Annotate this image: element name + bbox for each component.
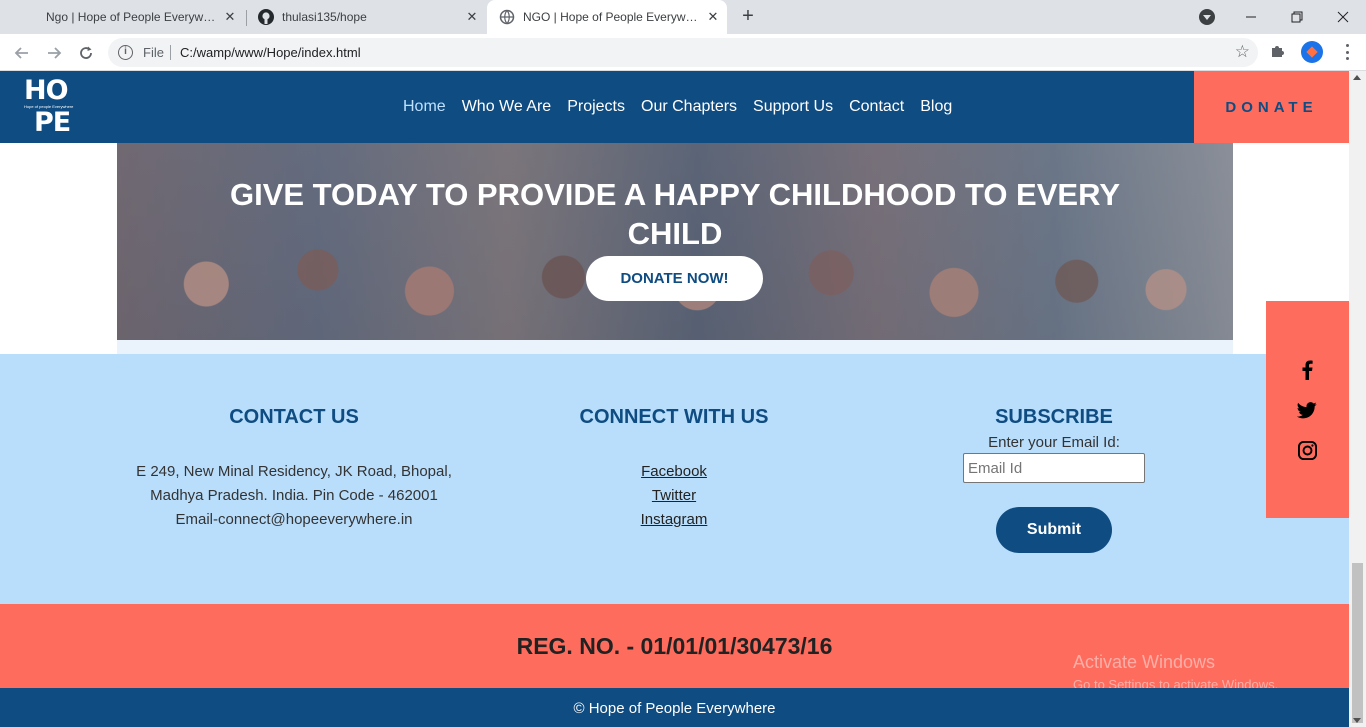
browser-menu-icon[interactable] [1339,42,1355,62]
registration-number: REG. NO. - 01/01/01/30473/16 [516,632,833,659]
close-window-icon[interactable] [1320,0,1366,34]
minimize-icon[interactable] [1228,0,1274,34]
new-tab-plus-icon[interactable]: + [737,6,759,28]
twitter-link[interactable]: Twitter [520,484,828,508]
donate-button[interactable]: DONATE [1194,71,1349,143]
instagram-link[interactable]: Instagram [520,508,828,532]
address-bar[interactable]: i File C:/wamp/www/Hope/index.html ☆ [108,38,1258,67]
profile-avatar-icon[interactable] [1301,41,1323,63]
scroll-up-arrow-icon[interactable] [1353,75,1361,80]
scheme-label: File [143,45,164,60]
logo-line2: PE [34,107,71,138]
back-arrow-icon[interactable] [10,41,34,65]
globe-icon [499,9,515,25]
email-field[interactable] [963,453,1145,483]
facebook-link[interactable]: Facebook [520,460,828,484]
address-line-1: E 249, New Minal Residency, JK Road, Bho… [136,463,452,480]
hero-banner: GIVE TODAY TO PROVIDE A HAPPY CHILDHOOD … [117,143,1233,340]
nav-who-we-are[interactable]: Who We Are [462,98,552,116]
nav-home[interactable]: Home [403,98,446,116]
social-links: Facebook Twitter Instagram [520,460,828,532]
twitter-icon[interactable] [1296,399,1318,421]
hero-bottom-strip [117,340,1233,354]
tab-separator [246,10,247,26]
close-icon[interactable]: ✕ [222,9,238,25]
address-line-2: Madhya Pradesh. India. Pin Code - 462001 [150,487,438,504]
facebook-icon[interactable] [1296,359,1318,381]
restore-icon[interactable] [1274,0,1320,34]
tab-ngo-hope-1[interactable]: Ngo | Hope of People Everywhere ✕ [8,0,244,34]
contact-heading: CONTACT US [229,406,359,428]
blank-page-icon [22,9,38,25]
site-header: HO Hope of people Everywhere PE Home Who… [0,71,1349,143]
main-nav: Home Who We Are Projects Our Chapters Su… [395,71,960,143]
close-icon[interactable]: ✕ [464,9,480,25]
browser-tabstrip: Ngo | Hope of People Everywhere ✕ thulas… [0,0,1366,34]
tab-title: thulasi135/hope [282,10,367,24]
nav-support-us[interactable]: Support Us [753,98,833,116]
github-icon [258,9,274,25]
browser-toolbar: i File C:/wamp/www/Hope/index.html ☆ [0,34,1366,71]
scroll-thumb[interactable] [1352,563,1363,723]
registration-bar: REG. NO. - 01/01/01/30473/16 Activate Wi… [0,604,1349,692]
extensions-puzzle-icon[interactable] [1270,43,1286,63]
page-scrollbar[interactable] [1349,71,1366,727]
tab-github-hope[interactable]: thulasi135/hope ✕ [248,0,486,34]
nav-blog[interactable]: Blog [920,98,952,116]
info-icon[interactable]: i [118,45,133,60]
url-text[interactable]: C:/wamp/www/Hope/index.html [180,45,361,60]
reload-icon[interactable] [74,41,98,65]
nav-contact[interactable]: Contact [849,98,904,116]
watermark-title: Activate Windows [1073,652,1216,672]
page-viewport: HO Hope of people Everywhere PE Home Who… [0,71,1349,727]
email-label: Enter your Email Id: [988,434,1120,451]
hero-headline: GIVE TODAY TO PROVIDE A HAPPY CHILDHOOD … [229,177,1120,251]
contact-column: CONTACT US E 249, New Minal Residency, J… [100,354,488,532]
connect-column: CONNECT WITH US Facebook Twitter Instagr… [520,354,828,532]
nav-projects[interactable]: Projects [567,98,625,116]
instagram-icon[interactable] [1296,439,1318,461]
contact-email: Email-connect@hopeeverywhere.in [175,511,413,528]
copyright-text: © Hope of People Everywhere [573,699,776,717]
copyright-bar: © Hope of People Everywhere [0,688,1349,727]
logo-line1: HO [24,75,69,106]
close-icon[interactable]: ✕ [705,9,721,25]
subscribe-heading: SUBSCRIBE [995,406,1113,428]
forward-arrow-icon[interactable] [42,41,66,65]
omnibox-divider [170,45,171,60]
submit-button[interactable]: Submit [996,507,1112,553]
floating-social-bar [1266,301,1349,518]
hope-logo[interactable]: HO Hope of people Everywhere PE [24,77,80,137]
footer-info: CONTACT US E 249, New Minal Residency, J… [0,354,1349,604]
connect-heading: CONNECT WITH US [579,406,769,428]
tab-search-dropdown-icon[interactable] [1199,9,1215,25]
scroll-down-arrow-icon[interactable] [1353,718,1361,723]
activate-windows-watermark: Activate Windows Go to Settings to activ… [1073,652,1278,692]
nav-our-chapters[interactable]: Our Chapters [641,98,737,116]
subscribe-column: SUBSCRIBE Enter your Email Id: Submit [906,354,1202,553]
tab-title: Ngo | Hope of People Everywhere [46,10,218,24]
contact-details: E 249, New Minal Residency, JK Road, Bho… [100,460,488,532]
tab-title: NGO | Hope of People Everywhere [523,10,701,24]
donate-now-button[interactable]: DONATE NOW! [586,256,763,301]
bookmark-star-icon[interactable]: ☆ [1235,42,1250,62]
tab-ngo-hope-active[interactable]: NGO | Hope of People Everywhere ✕ [487,0,727,34]
